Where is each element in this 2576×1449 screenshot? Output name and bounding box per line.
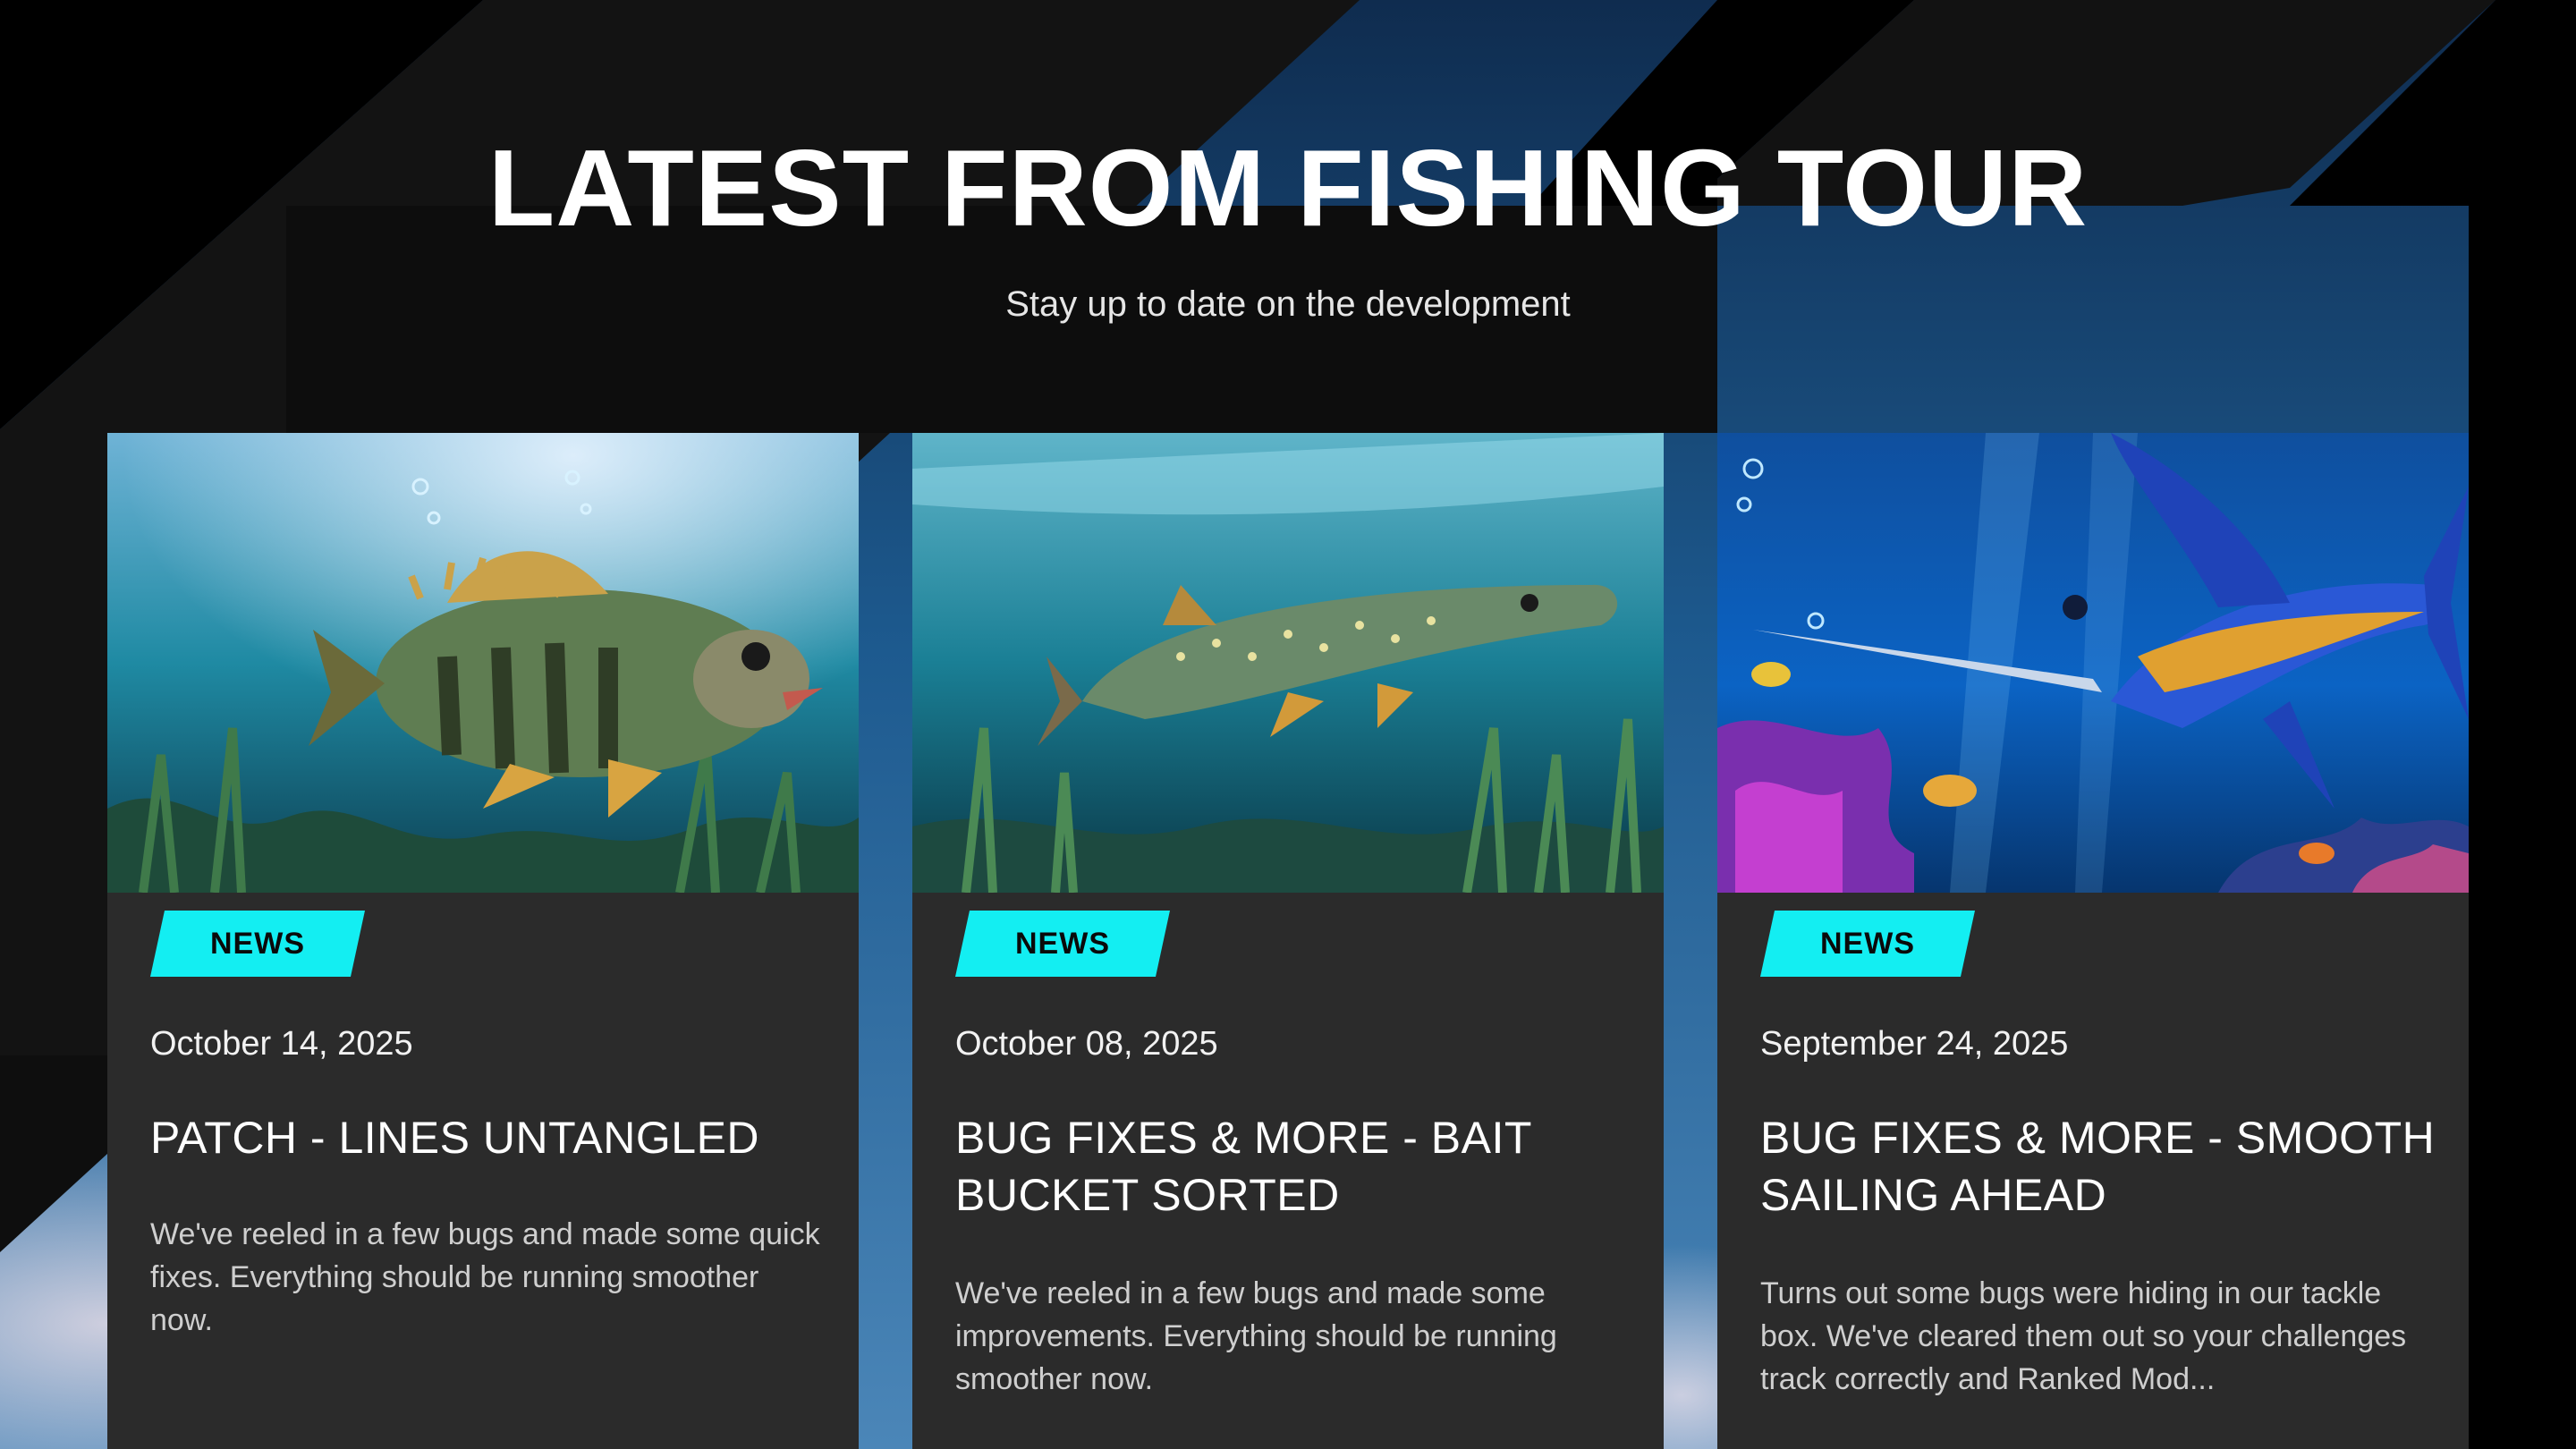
pike-underwater-image[interactable] (912, 433, 1664, 893)
news-cards: NEWS October 14, 2025 PATCH - LINES UNTA… (0, 0, 2576, 1449)
badge-label: NEWS (1015, 927, 1110, 961)
news-badge: NEWS (955, 911, 1170, 977)
news-card[interactable]: NEWS October 14, 2025 PATCH - LINES UNTA… (107, 433, 859, 1449)
post-title[interactable]: BUG FIXES & MORE - SMOOTH SAILING AHEAD (1760, 1109, 2440, 1224)
news-card[interactable]: NEWS October 08, 2025 BUG FIXES & MORE -… (912, 433, 1664, 1449)
news-card[interactable]: NEWS September 24, 2025 BUG FIXES & MORE… (1717, 433, 2469, 1449)
badge-label: NEWS (210, 927, 305, 961)
marlin-reef-image[interactable] (1717, 433, 2469, 893)
post-excerpt: Turns out some bugs were hiding in our t… (1760, 1276, 2407, 1396)
post-excerpt: We've reeled in a few bugs and made some… (150, 1217, 820, 1337)
badge-label: NEWS (1820, 927, 1915, 961)
post-date: October 14, 2025 (150, 1025, 413, 1063)
post-date: October 08, 2025 (955, 1025, 1218, 1063)
perch-underwater-image[interactable] (107, 433, 859, 893)
post-date: September 24, 2025 (1760, 1025, 2069, 1063)
post-excerpt: We've reeled in a few bugs and made some… (955, 1276, 1557, 1396)
post-title[interactable]: BUG FIXES & MORE - BAIT BUCKET SORTED (955, 1109, 1635, 1224)
post-title[interactable]: PATCH - LINES UNTANGLED (150, 1109, 830, 1166)
news-badge: NEWS (150, 911, 365, 977)
news-badge: NEWS (1760, 911, 1975, 977)
